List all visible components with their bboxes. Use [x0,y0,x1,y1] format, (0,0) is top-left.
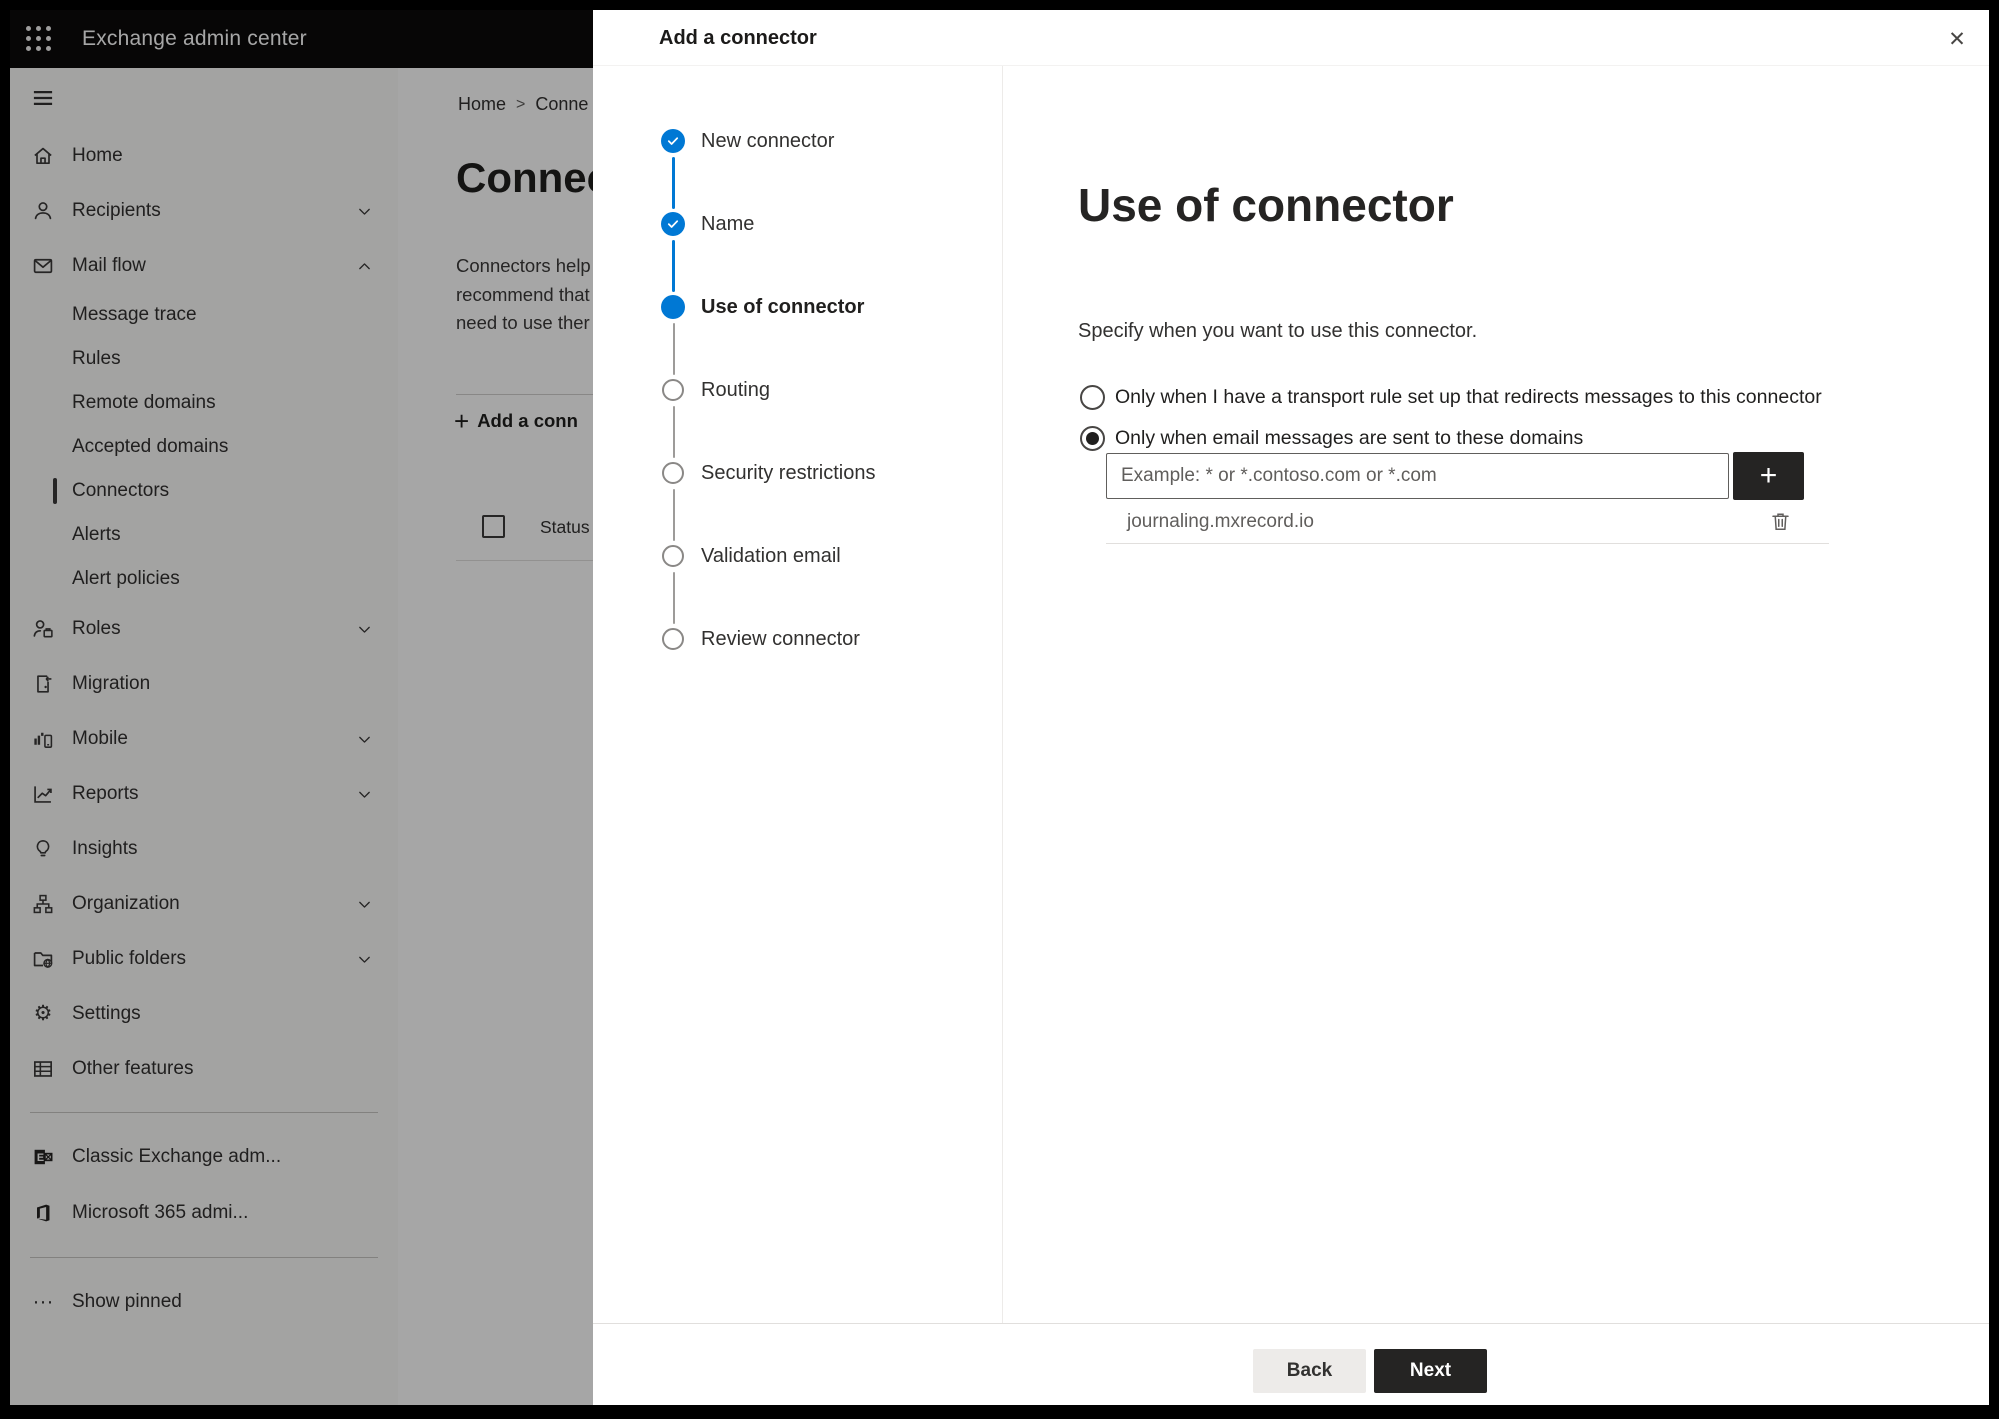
domain-list-item: journaling.mxrecord.io [1106,500,1829,544]
step-connector-line [672,157,675,209]
wizard-step-validation-email[interactable]: Validation email [593,544,1002,627]
radio-button-selected[interactable] [1080,426,1105,451]
step-label: Review connector [701,628,860,650]
domain-list: journaling.mxrecord.io [1106,500,1829,544]
step-label: New connector [701,130,835,152]
step-connector-line [673,489,675,541]
step-label: Validation email [701,545,841,567]
wizard-step-use-of-connector[interactable]: Use of connector [593,295,1002,378]
add-connector-dialog: Add a connector ✕ New connector Name Use o… [593,10,1989,1405]
domain-input[interactable] [1106,453,1729,499]
wizard-step-new-connector[interactable]: New connector [593,129,1002,212]
step-circle-completed [661,129,685,153]
wizard-steps: New connector Name Use of connector Routing… [593,66,1003,1323]
next-button[interactable]: Next [1374,1349,1487,1393]
step-circle-current [661,295,685,319]
step-circle-upcoming [662,628,684,650]
wizard-step-review-connector[interactable]: Review connector [593,627,1002,710]
back-button[interactable]: Back [1253,1349,1366,1393]
plus-icon[interactable]: + [1733,452,1804,500]
step-heading: Use of connector [1078,179,1454,231]
step-label: Use of connector [701,296,865,318]
step-circle-upcoming [662,545,684,567]
connector-use-option-2[interactable]: Only when email messages are sent to the… [1080,426,1989,451]
step-connector-line [672,240,675,292]
wizard-content: Use of connector Specify when you want t… [1004,66,1989,1323]
trash-icon[interactable] [1767,509,1793,535]
step-label: Security restrictions [701,462,876,484]
step-connector-line [673,572,675,624]
option-label: Only when I have a transport rule set up… [1115,386,1822,408]
close-icon[interactable]: ✕ [1941,23,1973,55]
dialog-title: Add a connector [659,27,817,49]
option-label: Only when email messages are sent to the… [1115,427,1584,449]
domain-name: journaling.mxrecord.io [1127,510,1314,532]
step-connector-line [673,406,675,458]
screen: Exchange admin center Home Recipients Mail… [10,10,1989,1405]
dialog-header: Add a connector ✕ [593,10,1989,66]
step-circle-upcoming [662,462,684,484]
step-connector-line [673,323,675,375]
step-label: Name [701,213,755,235]
radio-button[interactable] [1080,385,1105,410]
wizard-step-routing[interactable]: Routing [593,378,1002,461]
domain-entry-row: + [1106,452,1989,500]
connector-use-option-1[interactable]: Only when I have a transport rule set up… [1080,385,1989,410]
step-subtext: Specify when you want to use this connec… [1078,320,1478,342]
dialog-footer: Back Next [593,1323,1989,1405]
wizard-step-name[interactable]: Name [593,212,1002,295]
wizard-step-security-restrictions[interactable]: Security restrictions [593,461,1002,544]
step-label: Routing [701,379,770,401]
step-circle-upcoming [662,379,684,401]
step-circle-completed [661,212,685,236]
